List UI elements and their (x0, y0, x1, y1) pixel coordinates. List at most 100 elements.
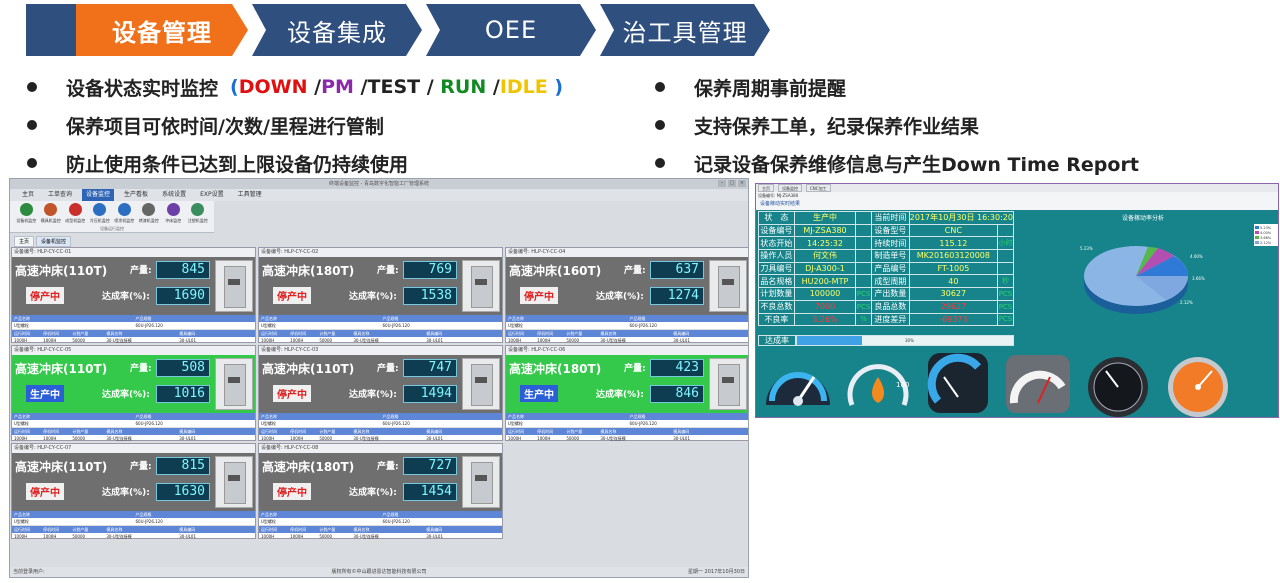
machine-id: 设备编号: HLP-CY-CC-01 (12, 248, 255, 257)
gauge-row: 100 (760, 347, 1276, 417)
machine-status: 生产中 (520, 385, 558, 402)
ribbon-toolbar: 设备机监控 模具机监控 成型机监控 冷压机监控 喷涂机监控 烤漆机监控 冲床监控 注塑机监控设… (10, 201, 214, 233)
menu-item[interactable]: 工具管理 (234, 189, 266, 201)
machine-panel[interactable]: 设备编号: HLP-CY-CC-04 高速冲床(160T) 停产中 产量: 达成率(%)… (505, 247, 748, 345)
info-row: 不良总数 7000 PCS 良品总数 29627 PCS (758, 299, 1015, 314)
info-row: 计划数量 100000 PCS 产出数量 30627 PCS (758, 287, 1015, 301)
machine-status: 停产中 (273, 483, 311, 500)
info-row: 不良率 3.26%% 进度差异 -69373 PCS (758, 312, 1015, 327)
machine-name: 高速冲床(110T) (15, 264, 108, 278)
output-display: 769 (403, 261, 457, 279)
tab-device-monitor[interactable]: 设备监控 (778, 184, 802, 192)
tab-cnc[interactable]: CNC加工 (806, 184, 831, 192)
machine-id: 设备编号: HLP-CY-CC-05 (12, 346, 255, 355)
menu-item[interactable]: 工单查询 (44, 189, 76, 201)
tab-oee[interactable]: OEE (426, 4, 596, 56)
feature-list-right: 保养周期事前提醒 支持保养工单，纪录保养作业结果 记录设备保养维修信息与产生Do… (650, 68, 1139, 182)
bullet-maintenance-order: 支持保养工单，纪录保养作业结果 (650, 106, 1139, 144)
machine-id: 设备编号: HLP-CY-CC-04 (506, 248, 748, 257)
close-icon[interactable]: × (738, 180, 746, 187)
machine-panel[interactable]: 设备编号: HLP-CY-CC-05 高速冲床(110T) 生产中 产量: 达成率(%)… (11, 345, 256, 443)
info-row: 状态开始 14:25:32 持续时间 115.12 小时 (758, 236, 1015, 251)
machine-icon (19, 203, 33, 216)
press-machine-image (215, 358, 253, 410)
machine-id: 设备编号: HLP-CY-CC-07 (12, 444, 255, 453)
bullet-usage-limit: 防止使用条件已达到上限设备仍持续使用 (22, 144, 563, 182)
menu-item[interactable]: EXP设置 (196, 189, 228, 201)
equipment-monitor-screenshot: 终端设备监控 - 青岛数字化智能工厂管理系统 – □ × 主页 工单查询 设备监控生… (9, 178, 749, 578)
menu-item[interactable]: 设备监控 (82, 189, 115, 201)
tab-device-integration[interactable]: 设备集成 (252, 4, 422, 56)
menu-item[interactable]: 主页 (18, 189, 38, 201)
info-row: 状 态生产中 当前时间 2017年10月30日 16:30:20 (758, 211, 1015, 225)
machine-panel[interactable]: 设备编号: HLP-CY-CC-07 高速冲床(110T) 停产中 产量: 达成率(%)… (11, 443, 256, 541)
machine-info-table: 产品名称 产品规格 U型螺栓 60U-JP26.120 运行时间 停机时间 计划产量 模具名称… (12, 413, 255, 443)
svg-text:4.00%: 4.00% (1190, 254, 1203, 259)
machine-status: 停产中 (273, 385, 311, 402)
rate-display: 846 (650, 385, 704, 403)
machine-name: 高速冲床(110T) (15, 460, 108, 474)
machine-panel[interactable]: 设备编号: HLP-CY-CC-03 高速冲床(110T) 停产中 产量: 达成率(%)… (258, 345, 503, 443)
rate-display: 1538 (403, 287, 457, 305)
output-display: 637 (650, 261, 704, 279)
machine-id: 设备编号: HLP-CY-CC-03 (259, 346, 502, 355)
bullet-maintenance-control: 保养项目可依时间/次数/里程进行管制 (22, 106, 563, 144)
machine-panel[interactable]: 设备编号: HLP-CY-CC-08 高速冲床(180T) 停产中 产量: 达成率(%)… (258, 443, 503, 541)
machine-info-table: 产品名称 产品规格 U型螺栓 60U-JP26.120 运行时间 停机时间 计划产量 模具名称… (506, 315, 748, 345)
temperature-gauge-icon: 100 (847, 364, 909, 406)
press-machine-image (709, 260, 747, 312)
detail-sub-tab[interactable]: 设备编号: MJ-ZSA380 (756, 192, 1278, 199)
machine-icon (117, 203, 131, 216)
machine-panel[interactable]: 设备编号: HLP-CY-CC-01 高速冲床(110T) 停产中 产量: 达成率(%)… (11, 247, 256, 345)
machine-status: 停产中 (26, 483, 64, 500)
machine-icon (68, 203, 82, 216)
machine-name: 高速冲床(110T) (15, 362, 108, 376)
menu-item[interactable]: 生产看板 (120, 189, 152, 201)
output-display: 423 (650, 359, 704, 377)
machine-icon (44, 203, 58, 216)
achievement-rate-row: 达成率 30% (758, 335, 1014, 346)
minimize-icon[interactable]: – (718, 180, 726, 187)
machine-panel[interactable]: 设备编号: HLP-CY-CC-06 高速冲床(180T) 生产中 产量: 达成率(%)… (505, 345, 748, 443)
status-idle-label: IDLE (499, 76, 548, 98)
machine-id: 设备编号: HLP-CY-CC-02 (259, 248, 502, 257)
machine-name: 高速冲床(180T) (262, 264, 355, 278)
detail-top-tabs: 主页 设备监控 CNC加工 (756, 184, 1278, 192)
machine-name: 高速冲床(180T) (262, 460, 355, 474)
bullet-maintenance-reminder: 保养周期事前提醒 (650, 68, 1139, 106)
svg-text:3.66%: 3.66% (1192, 276, 1205, 281)
status-run-label: RUN (440, 76, 487, 98)
maximize-icon[interactable]: □ (728, 180, 736, 187)
machine-name: 高速冲床(110T) (262, 362, 355, 376)
rate-display: 1630 (156, 483, 210, 501)
menu-item[interactable]: 系统设置 (158, 189, 190, 201)
press-machine-image (462, 456, 500, 508)
rate-display: 1494 (403, 385, 457, 403)
tab-home[interactable]: 主页 (758, 184, 774, 192)
machine-icon (191, 203, 205, 216)
status-test-label: TEST (367, 76, 421, 98)
detail-title: 设备稼动实时结果 (756, 199, 1278, 210)
tab-device-monitor[interactable]: 设备机监控 (36, 236, 72, 247)
slide: 设备管理 设备集成 OEE 治工具管理 设备状态实时监控 (DOWN /PM /… (0, 0, 1280, 583)
tab-tooling-management[interactable]: 治工具管理 (600, 4, 770, 56)
machine-icon (166, 203, 180, 216)
machine-status: 停产中 (26, 287, 64, 304)
machine-info-table: 产品名称 产品规格 U型螺栓 60U-JP26.120 运行时间 停机时间 计划产量 模具名称… (12, 315, 255, 345)
utilization-pie-chart: 5.23% 4.00% 3.66% 2.12% (1080, 246, 1205, 314)
tab-home[interactable]: 主页 (14, 236, 35, 247)
output-display: 845 (156, 261, 210, 279)
svg-text:2.12%: 2.12% (1180, 300, 1193, 305)
machine-info-table: 产品名称 产品规格 U型螺栓 60U-JP26.120 运行时间 停机时间 计划产量 模具名称… (259, 315, 502, 345)
machine-status: 停产中 (520, 287, 558, 304)
press-machine-image (462, 260, 500, 312)
machine-info-table: 产品名称 产品规格 U型螺栓 60U-JP26.120 运行时间 停机时间 计划产量 模具名称… (12, 511, 255, 541)
pie-legend: 5.23% 4.00% 3.66% 2.12% (1254, 224, 1278, 246)
machine-name: 高速冲床(160T) (509, 264, 602, 278)
rate-display: 1274 (650, 287, 704, 305)
pressure-gauge-icon (927, 353, 988, 413)
machine-panel[interactable]: 设备编号: HLP-CY-CC-02 高速冲床(180T) 停产中 产量: 达成率(%)… (258, 247, 503, 345)
machine-icon (93, 203, 107, 216)
tab-device-management[interactable]: 设备管理 (76, 4, 248, 56)
output-display: 508 (156, 359, 210, 377)
